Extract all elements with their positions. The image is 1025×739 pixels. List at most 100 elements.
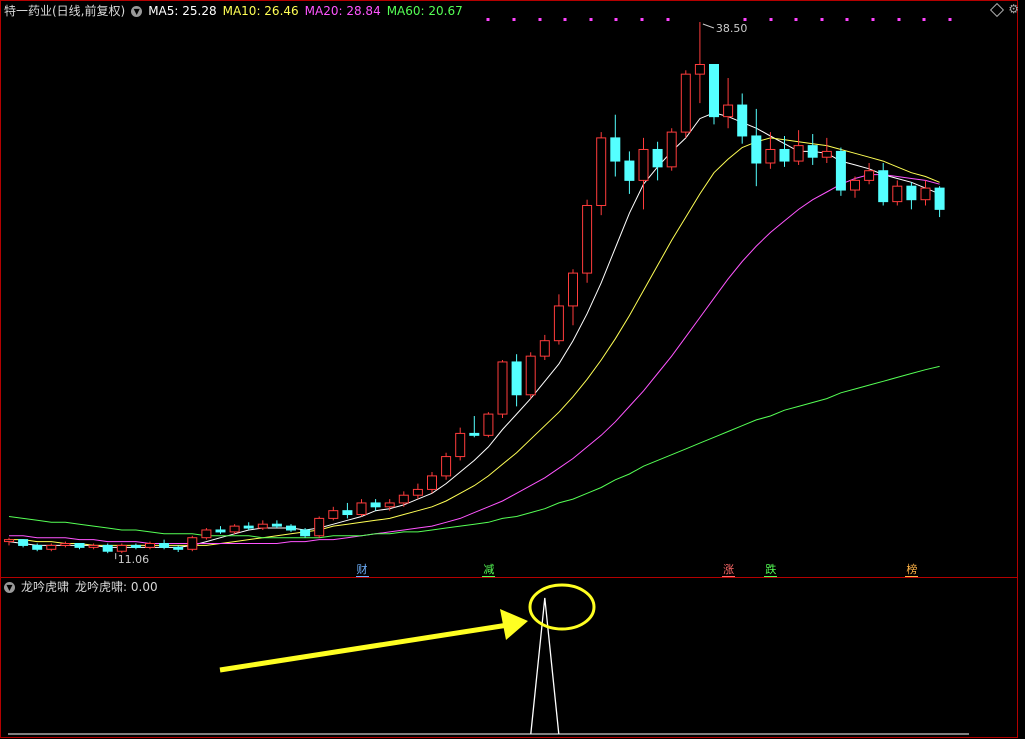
- candle: [723, 78, 734, 129]
- candle: [483, 412, 494, 438]
- candle: [666, 128, 677, 171]
- candle: [906, 182, 917, 210]
- gear-icon[interactable]: ⚙: [1008, 2, 1019, 16]
- marker-dot: [563, 18, 567, 21]
- candle: [271, 520, 282, 529]
- marker-dot: [486, 18, 490, 21]
- candle: [74, 543, 85, 550]
- candle: [469, 416, 480, 438]
- candle: [525, 352, 536, 399]
- candle: [427, 472, 437, 494]
- candle: [596, 132, 607, 216]
- candle: [497, 360, 508, 418]
- candle: [356, 499, 367, 517]
- candle: [398, 491, 409, 507]
- candle: [130, 543, 141, 550]
- candle: [751, 108, 762, 187]
- candle: [694, 22, 705, 104]
- candle: [60, 541, 71, 548]
- candle: [934, 186, 945, 218]
- indicator-title[interactable]: 龙吟虎啸: [21, 579, 69, 595]
- candle: [568, 269, 578, 326]
- candle: [835, 147, 846, 196]
- chart-window: 38.50 11.06 特一药业(日线,前复权) ▼ MA5: 25.28 MA1…: [0, 0, 1025, 739]
- event-tag[interactable]: 财: [355, 563, 369, 577]
- candlestick-chart[interactable]: 38.50 11.06: [0, 0, 1025, 739]
- indicator-header: ▼ 龙吟虎啸 龙吟虎啸: 0.00: [4, 579, 158, 595]
- candle: [455, 427, 466, 461]
- candle: [116, 543, 127, 554]
- marker-dot: [820, 18, 824, 21]
- candle: [737, 93, 748, 144]
- marker-dot: [589, 18, 593, 21]
- high-price-label: 38.50: [716, 22, 748, 35]
- ma10-label: MA10: 26.46: [222, 4, 299, 18]
- candle: [807, 134, 818, 165]
- low-price-label: 11.06: [118, 553, 150, 566]
- event-tag[interactable]: 减: [482, 563, 496, 577]
- candle: [46, 543, 57, 552]
- ma20-line: [9, 174, 940, 544]
- marker-dot: [614, 18, 618, 21]
- candle: [821, 137, 832, 163]
- candle: [286, 524, 296, 532]
- candle: [638, 137, 649, 210]
- chevron-down-icon[interactable]: ▼: [4, 581, 15, 593]
- candle: [328, 506, 339, 521]
- moving-average-lines: [8, 112, 940, 548]
- candle: [159, 539, 170, 550]
- candle: [173, 545, 184, 552]
- indicator-pane: [8, 597, 969, 735]
- candle: [370, 499, 381, 511]
- candle: [102, 543, 113, 554]
- candle: [342, 502, 353, 519]
- marker-dot: [769, 18, 773, 21]
- event-tag[interactable]: 跌: [764, 563, 778, 577]
- candle: [920, 180, 931, 206]
- candle: [511, 354, 522, 407]
- candle: [582, 199, 593, 283]
- candle: [610, 114, 621, 177]
- ma60-label: MA60: 20.67: [386, 4, 463, 18]
- ma5-line: [8, 112, 940, 548]
- candle: [539, 334, 550, 361]
- candle: [215, 526, 226, 534]
- ma10-line: [9, 137, 940, 546]
- top-marker-dots: [486, 18, 952, 21]
- marker-dot: [666, 18, 670, 21]
- annotations: [219, 583, 596, 673]
- marker-dot: [897, 18, 901, 21]
- candle: [709, 63, 719, 125]
- candle: [201, 528, 212, 540]
- candle: [300, 528, 311, 538]
- candle: [314, 516, 325, 538]
- candle: [878, 162, 889, 206]
- marker-dot: [640, 18, 644, 21]
- marker-dot: [922, 18, 926, 21]
- stock-title[interactable]: 特一药业(日线,前复权): [4, 3, 125, 19]
- arrow-head: [500, 609, 528, 640]
- candle: [187, 535, 198, 552]
- chevron-down-icon[interactable]: ▼: [131, 5, 143, 17]
- marker-dot: [512, 18, 516, 21]
- event-tag[interactable]: 涨: [722, 563, 736, 577]
- candle: [243, 522, 254, 530]
- marker-dot: [794, 18, 798, 21]
- candle: [553, 294, 564, 345]
- indicator-value: 龙吟虎啸: 0.00: [75, 580, 158, 594]
- candle: [88, 543, 99, 550]
- event-tag[interactable]: 榜: [905, 563, 919, 577]
- candles: [4, 22, 945, 554]
- marker-dot: [743, 18, 747, 21]
- marker-dot: [948, 18, 952, 21]
- candle: [864, 162, 875, 185]
- candle: [18, 539, 29, 548]
- highlight-circle: [528, 583, 596, 631]
- marker-dot: [538, 18, 542, 21]
- marker-dot: [871, 18, 875, 21]
- candle: [441, 452, 452, 480]
- candle: [257, 520, 268, 530]
- ma60-line: [8, 365, 940, 539]
- marker-dot: [845, 18, 849, 21]
- candle: [680, 70, 691, 138]
